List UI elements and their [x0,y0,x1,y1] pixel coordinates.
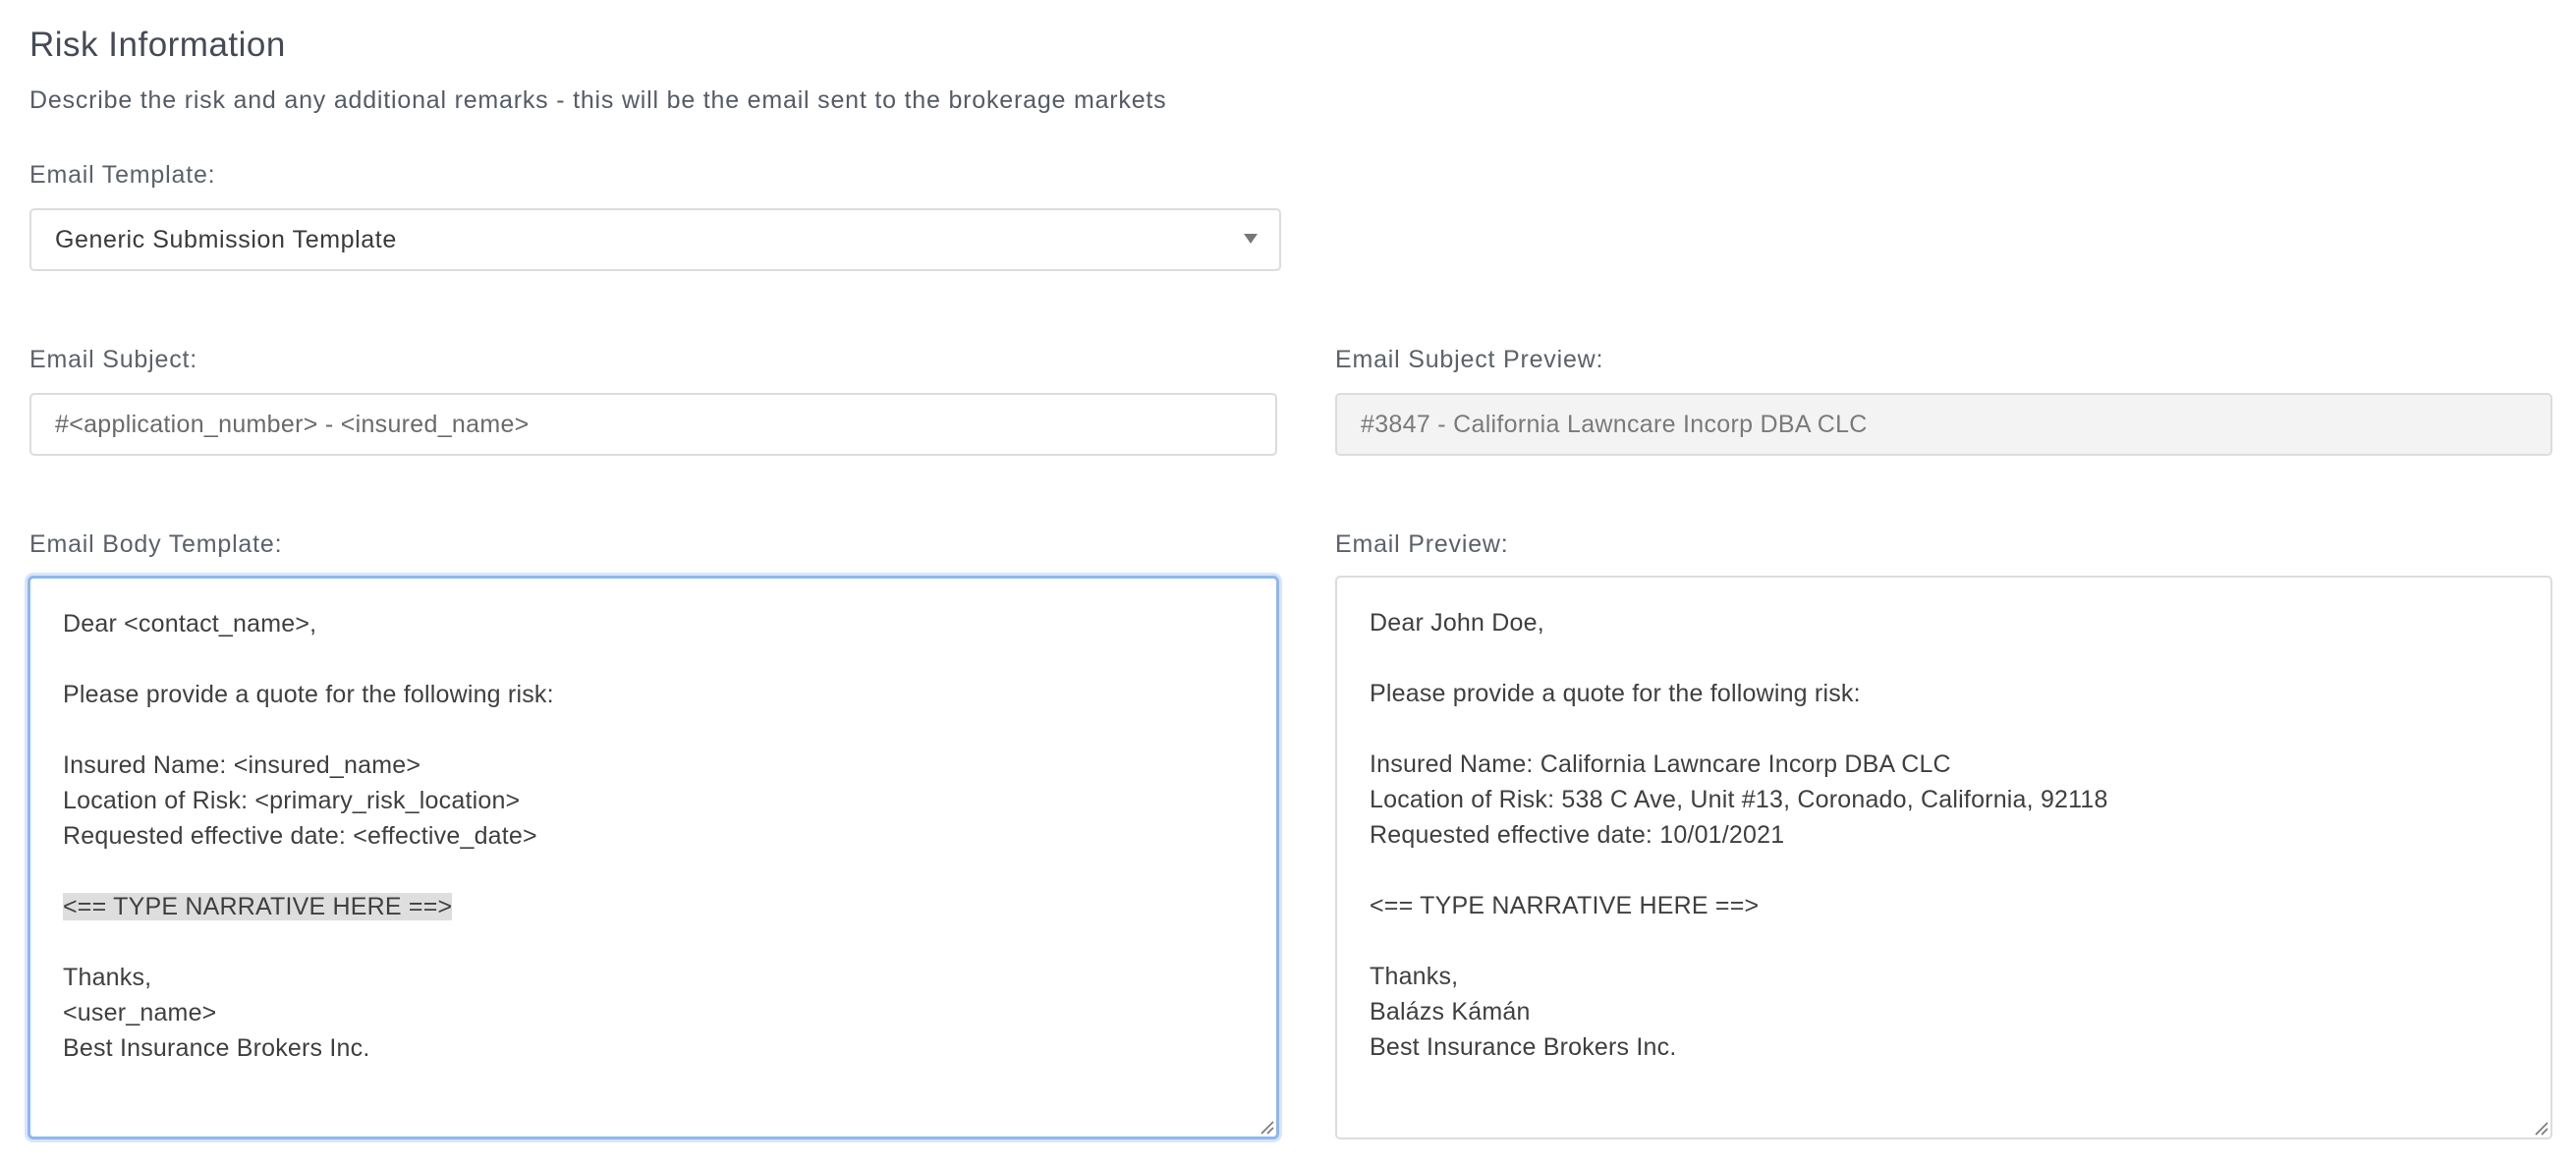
preview-line [1370,923,2108,959]
email-subject-input[interactable]: #<application_number> - <insured_name> [29,393,1277,456]
caret-down-icon [1244,234,1258,244]
resize-grip-icon[interactable] [1259,1119,1274,1135]
body-line [63,924,554,960]
body-line [63,854,554,889]
selected-narrative-placeholder: <== TYPE NARRATIVE HERE ==> [63,893,453,920]
email-subject-preview-value: #3847 - California Lawncare Incorp DBA C… [1361,411,1868,438]
preview-line: Dear John Doe, [1370,609,1544,637]
preview-line: Please provide a quote for the following… [1370,680,1861,707]
preview-line: Requested effective date: 10/01/2021 [1370,821,1785,849]
preview-line [1370,640,2108,676]
body-line: Thanks, [63,964,152,991]
email-subject-preview-field: #3847 - California Lawncare Incorp DBA C… [1335,393,2552,456]
email-subject-preview-label: Email Subject Preview: [1335,346,1604,373]
body-line: <user_name> [63,999,217,1026]
preview-line: Location of Risk: 538 C Ave, Unit #13, C… [1370,786,2108,813]
preview-line: Insured Name: California Lawncare Incorp… [1370,750,1951,778]
preview-line: Thanks, [1370,963,1459,990]
email-template-label: Email Template: [29,161,216,189]
email-template-select[interactable]: Generic Submission Template [29,208,1281,271]
email-preview-box[interactable]: Dear John Doe, Please provide a quote fo… [1335,576,2552,1139]
email-subject-label: Email Subject: [29,346,197,373]
page-subtitle: Describe the risk and any additional rem… [29,86,1167,114]
email-preview-label: Email Preview: [1335,530,1509,558]
body-line: Dear <contact_name>, [63,610,317,638]
body-line [63,641,554,677]
body-line: Requested effective date: <effective_dat… [63,822,537,850]
preview-line: Best Insurance Brokers Inc. [1370,1033,1677,1061]
email-body-template-text: Dear <contact_name>, Please provide a qu… [63,606,554,1066]
body-line: Best Insurance Brokers Inc. [63,1034,370,1062]
page-title: Risk Information [29,26,286,64]
email-body-template-textarea[interactable]: Dear <contact_name>, Please provide a qu… [28,576,1279,1139]
preview-line [1370,853,2108,888]
body-line: Location of Risk: <primary_risk_location… [63,787,521,814]
preview-line: <== TYPE NARRATIVE HERE ==> [1370,892,1760,919]
preview-line: Balázs Kámán [1370,998,1531,1026]
body-line: Insured Name: <insured_name> [63,751,421,779]
preview-line [1370,711,2108,747]
body-line [63,712,554,748]
email-body-template-label: Email Body Template: [29,530,283,558]
email-subject-value: #<application_number> - <insured_name> [55,411,530,438]
email-preview-text: Dear John Doe, Please provide a quote fo… [1370,605,2108,1065]
email-template-selected-value: Generic Submission Template [55,226,397,253]
body-line: Please provide a quote for the following… [63,681,554,708]
resize-grip-icon[interactable] [2533,1120,2548,1136]
